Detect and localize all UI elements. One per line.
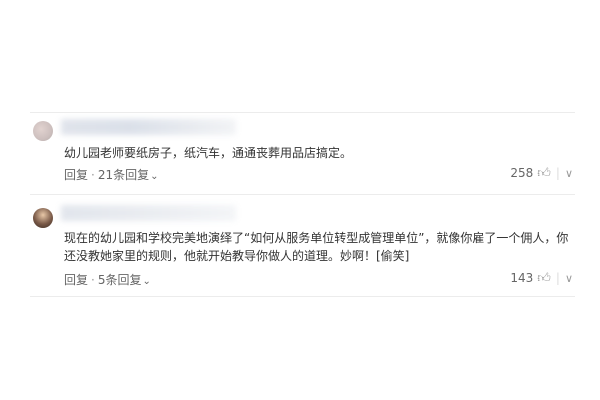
divider — [30, 112, 575, 113]
comment-item: 现在的幼儿园和学校完美地演绎了“如何从服务单位转型成管理单位”，就像你雇了一个佣… — [33, 196, 573, 296]
separator: · — [91, 168, 95, 182]
comment-actions: 回复 · 21条回复⌄ — [64, 166, 159, 183]
like-count: 258 — [510, 166, 534, 180]
like-count: 143 — [510, 271, 534, 285]
reply-button[interactable]: 回复 — [64, 271, 88, 288]
comment-text: 幼儿园老师要纸房子，纸汽车，通通丧葬用品店搞定。 — [64, 146, 353, 160]
separator: | — [555, 271, 560, 285]
reply-button[interactable]: 回复 — [64, 166, 88, 183]
username-redacted — [61, 119, 236, 135]
separator: · — [91, 273, 95, 287]
replies-count-label: 21条回复 — [97, 168, 150, 182]
avatar[interactable] — [33, 121, 53, 141]
chevron-down-icon[interactable]: ∨ — [565, 167, 573, 180]
like-area: 258 👍︎ | ∨ — [510, 166, 573, 181]
comment-text: 现在的幼儿园和学校完美地演绎了“如何从服务单位转型成管理单位”，就像你雇了一个佣… — [64, 231, 569, 263]
divider — [30, 194, 575, 195]
separator: | — [555, 166, 560, 180]
replies-count-label: 5条回复 — [97, 273, 142, 287]
chevron-down-icon[interactable]: ∨ — [565, 272, 573, 285]
comment-item: 幼儿园老师要纸房子，纸汽车，通通丧葬用品店搞定。 回复 · 21条回复⌄ 258 👍︎… — [33, 115, 573, 189]
avatar[interactable] — [33, 208, 53, 228]
thumbs-up-icon[interactable]: 👍︎ — [537, 166, 551, 181]
comment-actions: 回复 · 5条回复⌄ — [64, 271, 151, 288]
username-redacted — [61, 205, 236, 221]
chevron-down-icon: ⌄ — [142, 276, 151, 287]
divider — [30, 296, 575, 297]
comment-thread: 幼儿园老师要纸房子，纸汽车，通通丧葬用品店搞定。 回复 · 21条回复⌄ 258 👍︎… — [0, 0, 600, 400]
like-area: 143 👍︎ | ∨ — [510, 271, 573, 286]
thumbs-up-icon[interactable]: 👍︎ — [537, 271, 551, 286]
replies-toggle-button[interactable]: 5条回复⌄ — [98, 271, 151, 288]
replies-toggle-button[interactable]: 21条回复⌄ — [98, 166, 159, 183]
chevron-down-icon: ⌄ — [150, 171, 159, 182]
